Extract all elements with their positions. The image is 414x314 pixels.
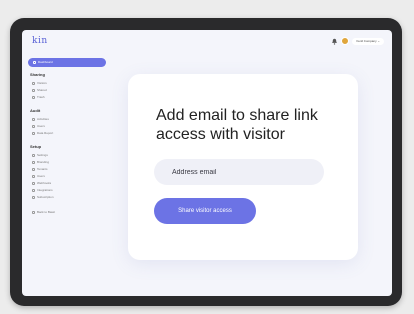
share-visitor-access-button[interactable]: Share visitor access [154, 198, 256, 224]
report-icon [32, 131, 35, 135]
app-logo[interactable]: kin [32, 36, 48, 46]
sidebar: Dashboard Sharing Visitors Shared Trash … [22, 52, 114, 296]
account-switcher[interactable]: Fenil Company ⌄ [352, 37, 384, 45]
sidebar-item-dashboard[interactable]: Dashboard [28, 58, 106, 67]
header-actions: Fenil Company ⌄ [331, 36, 384, 46]
sidebar-item-label: Settings [37, 153, 48, 157]
card-title: Add email to share link access with visi… [156, 107, 318, 143]
sidebar-item-label: Shared [37, 88, 47, 92]
sidebar-item-webhooks[interactable]: Webhooks [32, 181, 51, 185]
back-arrow-icon [32, 210, 35, 214]
avatar[interactable] [341, 37, 350, 45]
sidebar-item-label: Back to Basic [37, 210, 56, 214]
sidebar-item-label: Branding [37, 160, 50, 164]
gear-icon [32, 153, 35, 157]
sidebar-item-label: Tenants [37, 167, 48, 171]
sidebar-item-back[interactable]: Back to Basic [32, 210, 55, 214]
integrations-icon [32, 188, 35, 192]
sidebar-section-setup: Setup [30, 144, 42, 149]
dashboard-icon [33, 61, 36, 64]
account-label: Fenil Company ⌄ [356, 38, 380, 43]
sidebar-item-subscription[interactable]: Subscription [32, 195, 54, 199]
email-field[interactable] [154, 159, 324, 185]
sidebar-section-audit: Audit [30, 108, 41, 113]
sidebar-item-label: Subscription [37, 195, 54, 199]
share-access-card: Add email to share link access with visi… [128, 74, 358, 260]
sidebar-item-settings[interactable]: Settings [32, 153, 48, 157]
sidebar-item-activities[interactable]: Activities [32, 117, 49, 121]
sidebar-item-label: Dashboard [38, 60, 53, 64]
sidebar-item-integrations[interactable]: Integrations [32, 188, 53, 192]
shared-icon [32, 88, 35, 92]
sidebar-item-trash[interactable]: Trash [32, 95, 45, 99]
sidebar-item-tenants[interactable]: Tenants [32, 167, 48, 171]
sidebar-item-visitors[interactable]: Visitors [32, 81, 47, 85]
users-icon [32, 124, 35, 128]
bell-icon[interactable] [331, 38, 338, 45]
tenants-icon [32, 167, 35, 171]
sidebar-item-setup-users[interactable]: Users [32, 174, 45, 178]
branding-icon [32, 160, 35, 164]
sidebar-item-users[interactable]: Users [32, 124, 45, 128]
sidebar-item-data-report[interactable]: Data Report [32, 131, 53, 135]
sidebar-item-branding[interactable]: Branding [32, 160, 49, 164]
top-bar: kin Fenil Company ⌄ [22, 30, 392, 52]
visitors-icon [32, 81, 35, 85]
sidebar-item-label: Data Report [37, 131, 54, 135]
sidebar-item-label: Visitors [37, 81, 47, 85]
sidebar-item-label: Webhooks [37, 181, 52, 185]
sidebar-item-label: Users [37, 124, 45, 128]
app-screen: kin Fenil Company ⌄ Dashboard Sharing Vi… [22, 30, 392, 296]
sidebar-item-label: Trash [37, 95, 45, 99]
sidebar-item-shared[interactable]: Shared [32, 88, 47, 92]
users-icon [32, 174, 35, 178]
sidebar-item-label: Activities [37, 117, 49, 121]
trash-icon [32, 95, 35, 99]
sidebar-item-label: Users [37, 174, 45, 178]
activities-icon [32, 117, 35, 121]
subscription-icon [32, 195, 35, 199]
sidebar-item-label: Integrations [37, 188, 53, 192]
sidebar-section-sharing: Sharing [30, 72, 45, 77]
webhook-icon [32, 181, 35, 185]
